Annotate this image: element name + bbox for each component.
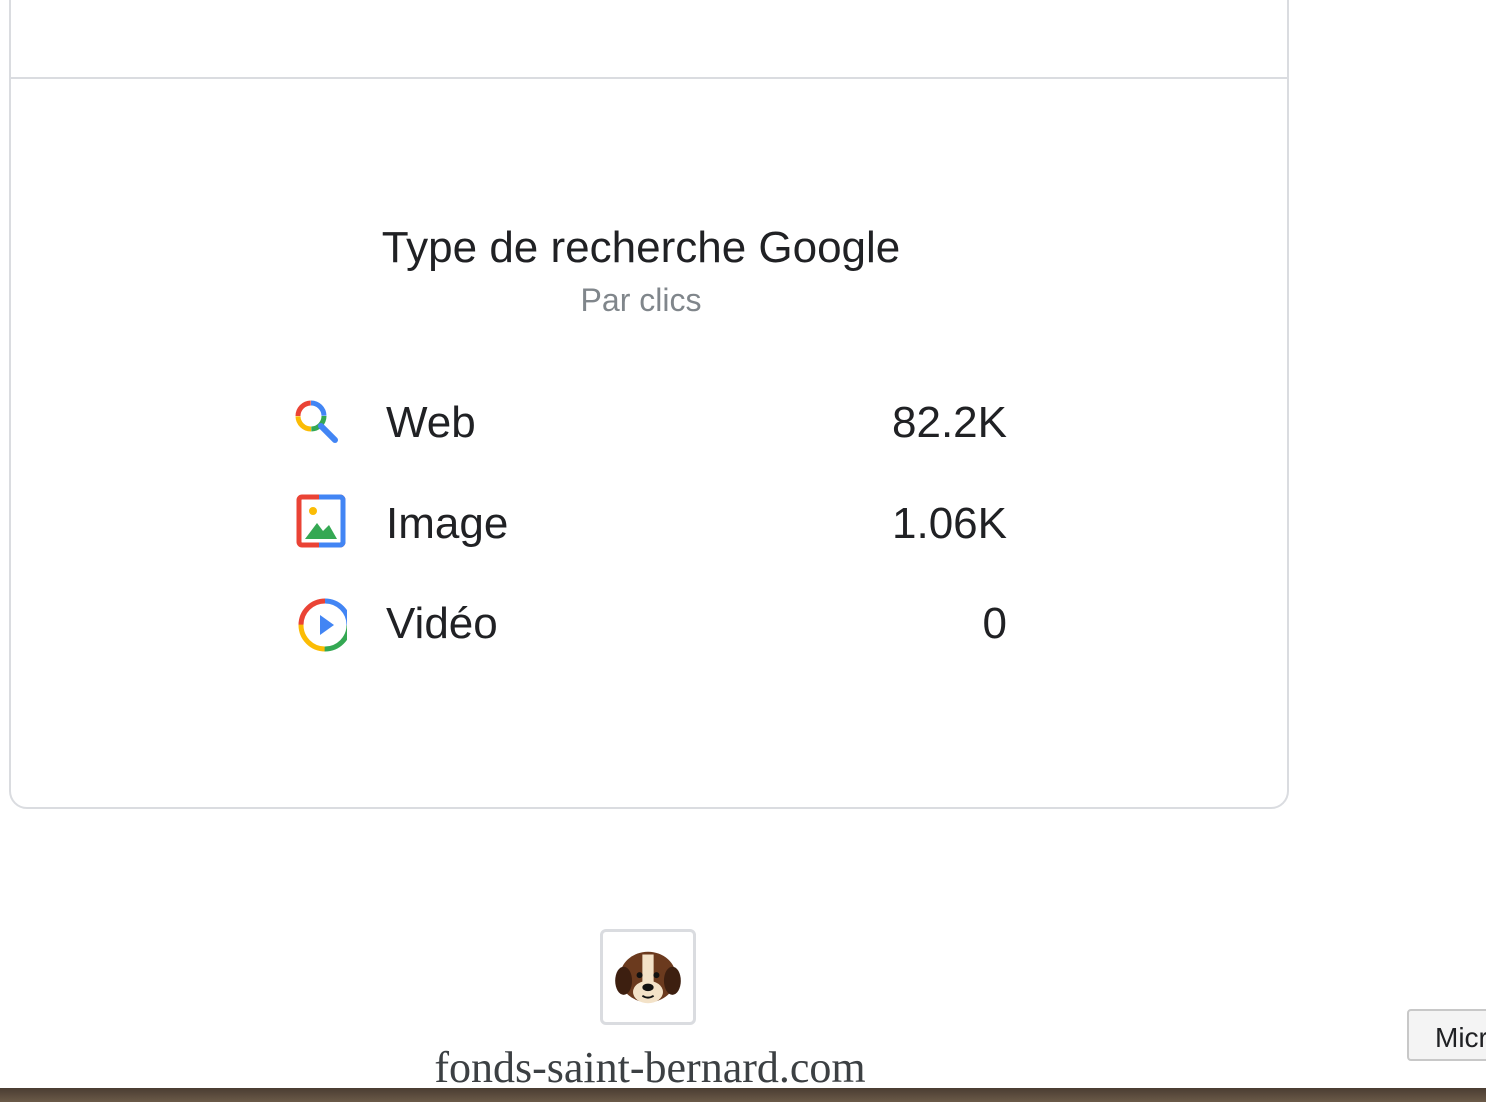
video-play-icon [298, 598, 347, 652]
row-label-web: Web [386, 398, 476, 447]
card-title: Type de recherche Google [381, 223, 901, 272]
row-value-image: 1.06K [892, 499, 1007, 548]
saint-bernard-dog-icon [615, 951, 681, 1004]
search-icon [295, 400, 338, 443]
image-icon [296, 494, 346, 548]
row-web: Web 82.2K [287, 392, 1007, 452]
footer-site-name[interactable]: fonds-saint-bernard.com [0, 1042, 1300, 1093]
site-logo[interactable] [600, 929, 696, 1025]
row-video: Vidéo 0 [287, 593, 1007, 653]
row-value-web: 82.2K [892, 398, 1007, 447]
side-button[interactable]: Micr [1407, 1009, 1486, 1061]
bottom-edge-bar [0, 1088, 1486, 1102]
row-label-video: Vidéo [386, 599, 498, 648]
card-divider [11, 77, 1287, 79]
row-label-image: Image [386, 499, 509, 548]
row-value-video: 0 [982, 599, 1007, 648]
card-subtitle: Par clics [580, 282, 702, 318]
row-image: Image 1.06K [287, 493, 1007, 553]
